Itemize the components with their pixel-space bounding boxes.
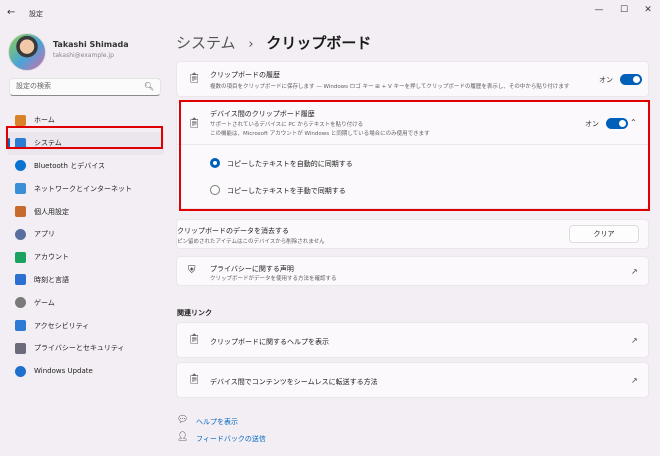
privacy-description: クリップボードがデータを使用する方法を確認する: [210, 276, 337, 282]
highlight-box-sync: [179, 100, 650, 211]
help-link[interactable]: ヘルプを表示: [196, 417, 238, 427]
feedback-icon: 👤︎: [177, 432, 189, 442]
history-toggle[interactable]: [620, 74, 642, 85]
user-name: Takashi Shimada: [53, 40, 129, 49]
sidebar-item-accessibility[interactable]: アクセシビリティ: [8, 314, 164, 337]
sidebar-item-account[interactable]: アカウント: [8, 246, 164, 269]
minimize-button[interactable]: —: [592, 5, 606, 15]
shield-icon: ⛨: [188, 265, 196, 276]
sidebar-item-label: Windows Update: [34, 367, 93, 376]
gaming-icon: [15, 297, 26, 309]
sidebar-item-windows-update[interactable]: Windows Update: [8, 360, 164, 383]
clear-description: ピン留めされたアイテムはこのデバイスから削除されません: [177, 239, 325, 245]
feedback-link[interactable]: フィードバックの送信: [196, 434, 266, 444]
clipboard-history-card: 📋︎ クリップボードの履歴 複数の項目をクリップボードに保存します — Wind…: [176, 61, 649, 97]
sidebar-item-label: アカウント: [34, 253, 69, 262]
sidebar-item-label: アクセシビリティ: [34, 321, 90, 330]
accessibility-icon: [15, 320, 26, 332]
bluetooth-icon: [15, 160, 26, 172]
clipboard-icon: 📋︎: [188, 374, 201, 385]
privacy-title: プライバシーに関する声明: [210, 265, 294, 273]
maximize-button[interactable]: ☐: [617, 5, 631, 15]
highlight-box-system: [6, 126, 163, 149]
history-description: 複数の項目をクリップボードに保存します — Windows ロゴ キー ⊞ + …: [210, 84, 570, 90]
sidebar-item-privacy[interactable]: プライバシーとセキュリティ: [8, 337, 164, 360]
sidebar-item-personalization[interactable]: 個人用設定: [8, 200, 164, 223]
related-link-help[interactable]: 📋︎ クリップボードに関するヘルプを表示 ↗: [176, 322, 649, 358]
clear-button[interactable]: クリア: [569, 225, 639, 243]
history-title: クリップボードの履歴: [210, 71, 280, 79]
breadcrumb-separator: ›: [248, 37, 254, 52]
time-language-icon: [15, 274, 26, 286]
sidebar-item-label: アプリ: [34, 230, 55, 239]
personalization-icon: [15, 206, 26, 218]
privacy-statement-card[interactable]: ⛨ プライバシーに関する声明 クリップボードがデータを使用する方法を確認する ↗: [176, 256, 649, 286]
app-title: 設定: [29, 10, 43, 18]
breadcrumb-parent[interactable]: システム: [176, 34, 236, 52]
related-link-transfer[interactable]: 📋︎ デバイス間でコンテンツをシームレスに転送する方法 ↗: [176, 362, 649, 398]
windows-update-icon: [15, 365, 26, 377]
sidebar-nav: ホーム システム Bluetooth とデバイス ネットワークとインターネット 個人用設…: [8, 109, 164, 383]
privacy-icon: [15, 342, 26, 354]
related-links-heading: 関連リンク: [177, 309, 212, 317]
sidebar-item-bluetooth[interactable]: Bluetooth とデバイス: [8, 155, 164, 178]
clipboard-icon: 📋︎: [188, 73, 201, 84]
sidebar-item-label: ネットワークとインターネット: [34, 184, 132, 193]
history-toggle-label: オン: [599, 75, 613, 84]
back-arrow-icon[interactable]: ←: [7, 7, 15, 18]
search-input[interactable]: [16, 82, 136, 90]
clear-title: クリップボードのデータを消去する: [177, 227, 289, 235]
search-icon[interactable]: 🔍︎: [144, 82, 154, 91]
page-title: クリップボード: [266, 34, 372, 52]
close-button[interactable]: ✕: [641, 5, 655, 15]
external-link-icon: ↗: [631, 336, 638, 345]
sidebar-item-label: 時刻と言語: [34, 275, 69, 284]
related-link-transfer-label: デバイス間でコンテンツをシームレスに転送する方法: [210, 378, 378, 386]
external-link-icon: ↗: [631, 376, 638, 385]
sidebar-item-label: ホーム: [34, 116, 55, 125]
external-link-icon: ↗: [631, 267, 638, 276]
avatar[interactable]: [8, 33, 46, 71]
search-box[interactable]: 🔍︎: [9, 78, 161, 96]
sidebar-item-label: 個人用設定: [34, 207, 69, 216]
clipboard-icon: 📋︎: [188, 334, 201, 345]
sidebar-item-label: ゲーム: [34, 298, 55, 307]
history-toggle-group: オン: [599, 74, 642, 85]
sidebar-item-label: Bluetooth とデバイス: [34, 161, 105, 170]
apps-icon: [15, 228, 26, 240]
network-icon: [15, 183, 26, 195]
related-link-help-label: クリップボードに関するヘルプを表示: [210, 338, 329, 346]
sidebar-item-apps[interactable]: アプリ: [8, 223, 164, 246]
sidebar-item-label: プライバシーとセキュリティ: [34, 344, 125, 353]
sidebar-item-gaming[interactable]: ゲーム: [8, 291, 164, 314]
title-bar: ← 設定 — ☐ ✕: [0, 0, 660, 26]
home-icon: [15, 114, 26, 126]
breadcrumb: システム › クリップボード: [176, 32, 371, 53]
account-icon: [15, 251, 26, 263]
user-email: takashi@example.jp: [53, 52, 114, 59]
sidebar-item-network[interactable]: ネットワークとインターネット: [8, 177, 164, 200]
clear-data-card: クリップボードのデータを消去する ピン留めされたアイテムはこのデバイスから削除さ…: [176, 219, 649, 249]
sidebar-item-time-language[interactable]: 時刻と言語: [8, 269, 164, 292]
help-icon: 💬︎: [177, 415, 189, 425]
